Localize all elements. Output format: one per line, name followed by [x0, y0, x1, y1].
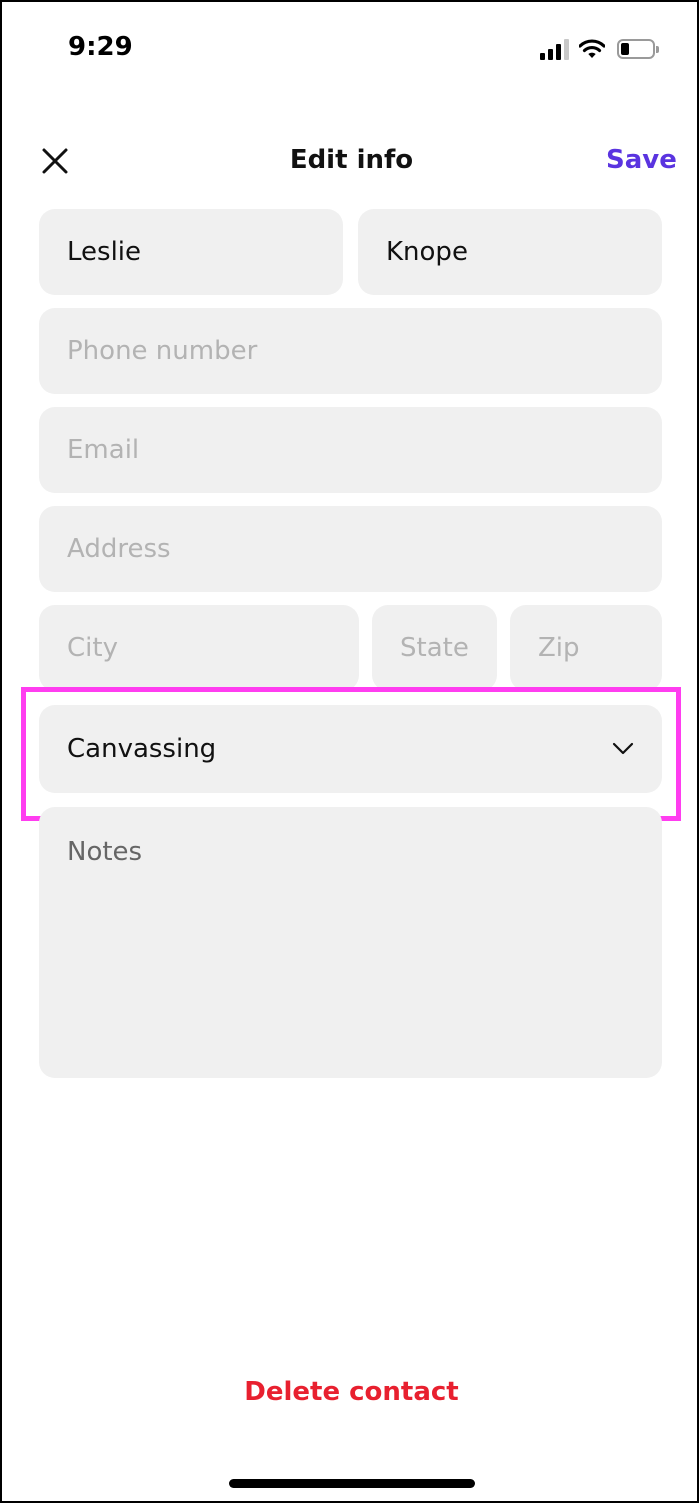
- save-button[interactable]: Save: [606, 145, 677, 175]
- notes-placeholder: Notes: [67, 837, 143, 867]
- email-field[interactable]: [39, 407, 662, 493]
- home-indicator[interactable]: [229, 1479, 475, 1488]
- first-name-field[interactable]: [39, 209, 343, 295]
- delete-contact-button[interactable]: Delete contact: [2, 1377, 699, 1407]
- cellular-signal-icon: [540, 38, 569, 60]
- city-field[interactable]: [39, 605, 359, 691]
- city-input[interactable]: [67, 633, 359, 663]
- address-input[interactable]: [67, 534, 662, 564]
- last-name-field[interactable]: [358, 209, 662, 295]
- address-field[interactable]: [39, 506, 662, 592]
- battery-icon: [617, 39, 659, 59]
- state-input[interactable]: [400, 633, 497, 663]
- first-name-input[interactable]: [67, 237, 343, 267]
- status-icons: [540, 38, 659, 60]
- email-input[interactable]: [67, 435, 662, 465]
- status-time: 9:29: [68, 32, 133, 62]
- zip-input[interactable]: [538, 633, 662, 663]
- phone-screen: 9:29 Edit info Save Leslie Knope Phone n…: [0, 0, 699, 1503]
- page-title: Edit info: [289, 145, 414, 175]
- highlight-box: [21, 687, 681, 821]
- wifi-icon: [579, 39, 605, 59]
- zip-field[interactable]: [510, 605, 662, 691]
- phone-input[interactable]: [67, 336, 662, 366]
- phone-field[interactable]: [39, 308, 662, 394]
- state-field[interactable]: [372, 605, 497, 691]
- last-name-input[interactable]: [386, 237, 662, 267]
- notes-field[interactable]: Notes: [39, 807, 662, 1078]
